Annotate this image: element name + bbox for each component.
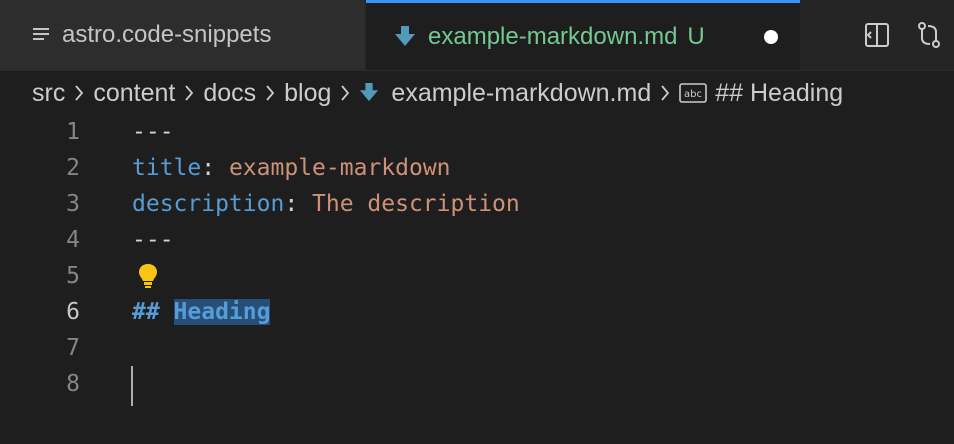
breadcrumb-item-src[interactable]: src bbox=[32, 79, 65, 108]
line-number: 6 bbox=[66, 299, 80, 325]
line-number: 5 bbox=[66, 263, 80, 289]
code-token: example-markdown bbox=[228, 155, 451, 181]
code-text[interactable]: --- bbox=[132, 222, 174, 258]
tab-astro-code-snippets[interactable]: astro.code-snippets bbox=[0, 0, 366, 70]
code-token: ## bbox=[132, 299, 174, 325]
abc-symbol-icon: abc bbox=[679, 83, 708, 103]
svg-text:abc: abc bbox=[684, 89, 702, 100]
code-token: title bbox=[132, 155, 202, 181]
editor-actions bbox=[800, 0, 954, 70]
code-text[interactable]: --- bbox=[132, 114, 174, 150]
code-token: description bbox=[132, 191, 285, 217]
line-number: 7 bbox=[66, 335, 80, 361]
breadcrumb-label: example-markdown.md bbox=[391, 78, 652, 107]
line-number: 8 bbox=[66, 371, 80, 397]
breadcrumb-item-content[interactable]: content bbox=[93, 79, 175, 108]
breadcrumb-item-file[interactable]: example-markdown.md bbox=[359, 79, 651, 108]
split-editor-icon[interactable] bbox=[862, 20, 892, 55]
unsaved-dot-icon[interactable] bbox=[764, 30, 778, 44]
chevron-right-icon bbox=[339, 84, 351, 102]
markdown-arrow-icon bbox=[360, 83, 379, 102]
markdown-arrow-icon bbox=[394, 25, 416, 49]
code-line[interactable]: 3 description: The description bbox=[0, 186, 954, 222]
tab-bar: astro.code-snippets example-markdown.md … bbox=[0, 0, 954, 71]
tab-label: example-markdown.md bbox=[428, 22, 678, 50]
chevron-right-icon bbox=[264, 84, 276, 102]
code-line[interactable]: 1 --- bbox=[0, 114, 954, 150]
tab-label: astro.code-snippets bbox=[62, 21, 272, 48]
text-cursor bbox=[131, 366, 133, 406]
chevron-right-icon bbox=[73, 84, 85, 102]
code-token: The description bbox=[312, 191, 520, 217]
line-number: 1 bbox=[66, 119, 80, 145]
breadcrumb-label: docs bbox=[203, 78, 257, 107]
code-editor[interactable]: 1 --- 2 title: example-markdown 3 description… bbox=[0, 114, 954, 444]
code-token: --- bbox=[132, 227, 174, 253]
chevron-right-icon bbox=[659, 84, 671, 102]
tab-example-markdown[interactable]: example-markdown.md U bbox=[366, 0, 800, 70]
code-line[interactable]: 6 ## Heading bbox=[0, 294, 954, 330]
breadcrumb-item-symbol[interactable]: abc ## Heading bbox=[679, 79, 843, 108]
list-icon bbox=[32, 26, 50, 44]
line-number: 2 bbox=[66, 155, 80, 181]
breadcrumb-label: blog bbox=[284, 78, 332, 107]
code-line[interactable]: 2 title: example-markdown bbox=[0, 150, 954, 186]
code-line[interactable]: 4 --- bbox=[0, 222, 954, 258]
breadcrumb-label: ## Heading bbox=[715, 78, 844, 107]
code-text[interactable]: title: example-markdown bbox=[132, 150, 451, 186]
breadcrumb-label: content bbox=[93, 78, 176, 107]
code-token: : bbox=[284, 191, 313, 217]
code-text[interactable]: ## Heading bbox=[132, 294, 271, 330]
git-compare-icon[interactable] bbox=[914, 20, 944, 55]
code-token: --- bbox=[132, 119, 174, 145]
breadcrumb-item-docs[interactable]: docs bbox=[203, 79, 256, 108]
chevron-right-icon bbox=[183, 84, 195, 102]
line-number: 3 bbox=[66, 191, 80, 217]
code-token: : bbox=[201, 155, 229, 181]
git-status-badge: U bbox=[687, 22, 705, 50]
breadcrumb-label: src bbox=[32, 78, 66, 107]
breadcrumb: src content docs blog example-markdown.m… bbox=[0, 70, 954, 116]
code-line[interactable]: 5 bbox=[0, 258, 954, 294]
code-line[interactable]: 7 bbox=[0, 330, 954, 366]
selected-text: Heading bbox=[173, 299, 271, 325]
code-line[interactable]: 8 bbox=[0, 366, 954, 406]
line-number: 4 bbox=[66, 227, 80, 253]
code-text[interactable]: description: The description bbox=[132, 186, 520, 222]
breadcrumb-item-blog[interactable]: blog bbox=[284, 79, 331, 108]
